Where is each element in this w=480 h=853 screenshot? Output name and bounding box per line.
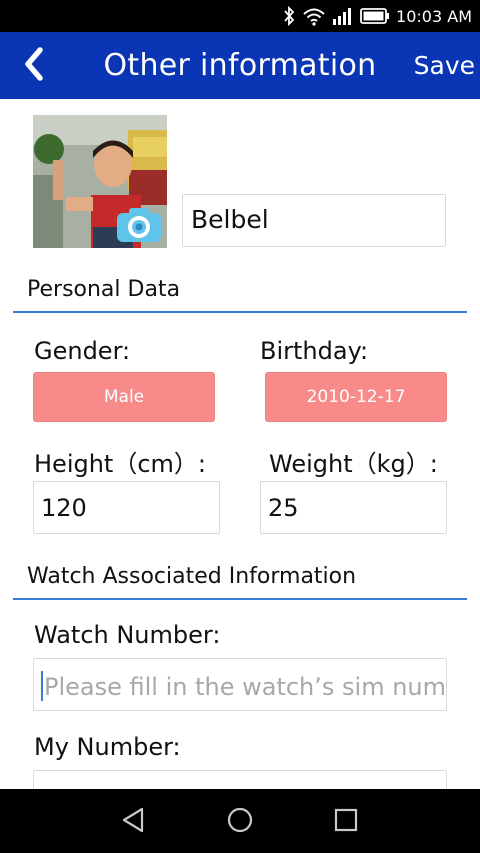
navigation-bar — [0, 789, 480, 853]
watch-info-title: Watch Associated Information — [27, 564, 357, 589]
signal-icon — [332, 6, 354, 26]
bluetooth-icon — [282, 6, 296, 26]
home-circle-icon — [226, 806, 254, 838]
watch-number-placeholder: Please fill in the watch’s sim numb — [44, 673, 447, 701]
recents-square-icon — [333, 807, 359, 837]
birthday-button[interactable]: 2010-12-17 — [265, 372, 447, 422]
wifi-icon — [302, 6, 326, 26]
weight-input[interactable]: 25 — [260, 481, 447, 534]
height-input[interactable]: 120 — [33, 481, 220, 534]
form-content: Belbel Personal Data Gender: Birthday: M… — [0, 99, 480, 789]
page-title: Other information — [103, 48, 377, 83]
gender-label: Gender: — [34, 337, 131, 365]
my-number-label: My Number: — [34, 733, 181, 761]
status-bar: 10:03 AM — [0, 0, 480, 32]
text-caret — [41, 671, 43, 701]
birthday-label: Birthday: — [260, 337, 369, 365]
watch-number-input[interactable]: Please fill in the watch’s sim numb — [33, 658, 447, 711]
nav-home-button[interactable] — [223, 805, 257, 839]
status-time: 10:03 AM — [396, 6, 472, 26]
gender-button[interactable]: Male — [33, 372, 215, 422]
app-bar: Other information Save — [0, 32, 480, 99]
save-button[interactable]: Save — [414, 51, 475, 80]
weight-label: Weight（kg）: — [269, 450, 438, 478]
section-divider — [13, 598, 467, 600]
my-number-input[interactable] — [33, 770, 447, 789]
nav-back-button[interactable] — [116, 805, 150, 839]
nav-recents-button[interactable] — [329, 805, 363, 839]
watch-number-label: Watch Number: — [34, 621, 221, 649]
battery-icon — [360, 7, 390, 25]
section-divider — [13, 311, 467, 313]
avatar[interactable] — [33, 115, 167, 248]
camera-icon — [115, 206, 163, 248]
personal-data-title: Personal Data — [27, 277, 181, 302]
name-input[interactable]: Belbel — [182, 194, 446, 247]
height-label: Height（cm）: — [34, 450, 206, 478]
back-triangle-icon — [120, 806, 146, 838]
